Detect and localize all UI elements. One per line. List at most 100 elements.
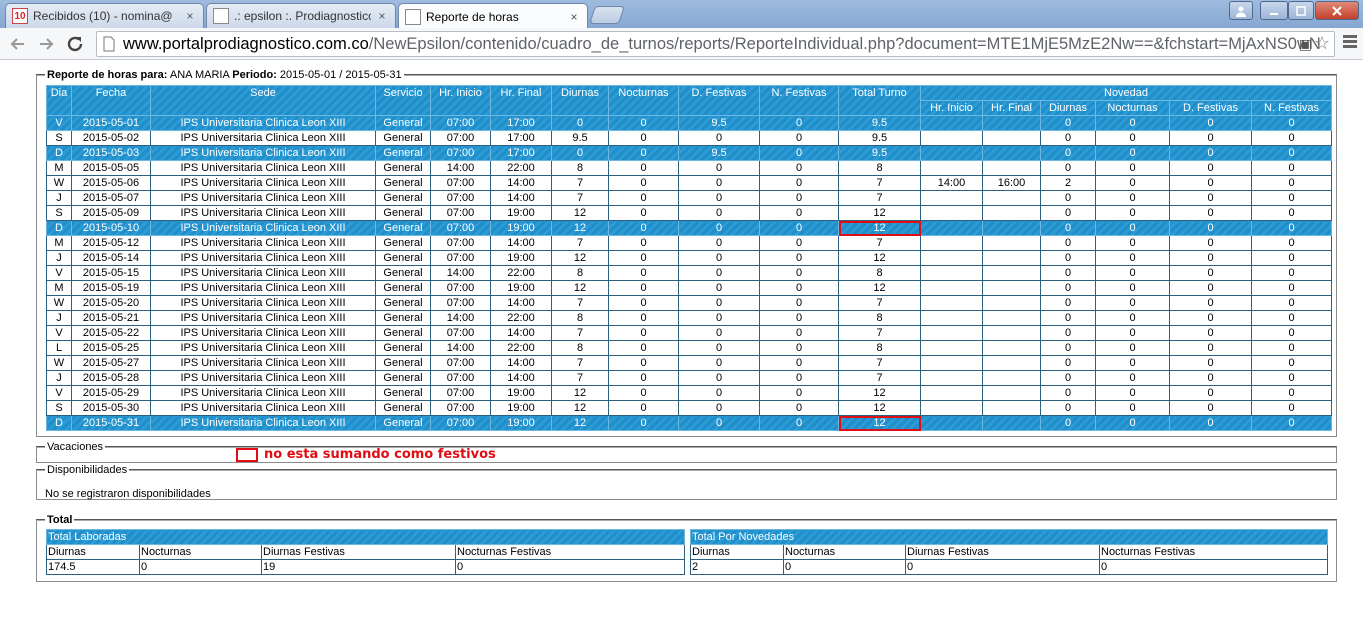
col-header-nov-hr-final: Hr. Final (982, 100, 1041, 116)
table-cell: 0 (678, 340, 760, 356)
total-laboradas-table: Total Laboradas Diurnas Nocturnas Diurna… (45, 529, 686, 575)
table-cell: 2015-05-29 (71, 385, 151, 401)
table-row: S 2015-05-02 IPS Universitaria Clinica Leo… (46, 130, 1333, 146)
table-cell: 2015-05-14 (71, 250, 151, 266)
table-cell: 0 (759, 235, 839, 251)
table-cell: 0 (608, 400, 679, 416)
table-cell: 0 (608, 250, 679, 266)
bookmark-star-icon[interactable]: ☆ (1314, 33, 1330, 54)
table-cell: 0 (1250, 280, 1333, 296)
table-cell: 0 (1040, 415, 1096, 431)
tab-epsilon[interactable]: .: epsilon :. Prodiagnostico × (206, 3, 396, 28)
close-icon[interactable]: × (375, 9, 389, 23)
table-cell: 0 (1169, 130, 1252, 146)
table-cell: 0 (1250, 325, 1333, 341)
table-cell: 8 (551, 340, 609, 356)
table-cell: 8 (551, 310, 609, 326)
maximize-button[interactable] (1288, 1, 1314, 20)
value-nocturnas: 0 (783, 559, 906, 575)
address-bar[interactable]: www.portalprodiagnostico.com.co/NewEpsil… (96, 31, 1335, 57)
table-cell (982, 220, 1041, 236)
table-cell: IPS Universitaria Clinica Leon XIII (150, 265, 376, 281)
table-cell: 0 (1095, 370, 1170, 386)
table-cell: 8 (551, 160, 609, 176)
table-row: J 2015-05-07 IPS Universitaria Clinica Leo… (46, 190, 1333, 206)
arrow-right-icon (40, 38, 54, 50)
table-cell: 0 (1095, 205, 1170, 221)
menu-icon[interactable] (1343, 35, 1357, 50)
table-cell: 14:00 (490, 235, 552, 251)
close-window-button[interactable] (1315, 1, 1359, 20)
new-tab-button[interactable] (589, 6, 625, 24)
table-cell: General (375, 385, 431, 401)
tab-reporte-de-horas[interactable]: Reporte de horas × (398, 3, 588, 29)
total-novedades-title: Total Por Novedades (690, 529, 1328, 545)
user-icon[interactable] (1229, 1, 1253, 20)
table-cell: 0 (1169, 295, 1252, 311)
minimize-button[interactable] (1260, 1, 1288, 20)
col-header-nov-diurnas: Diurnas (1040, 100, 1096, 116)
table-cell: 07:00 (430, 190, 491, 206)
table-cell: General (375, 145, 431, 161)
total-turno-cell: 8 (838, 340, 921, 356)
table-cell: 0 (1169, 250, 1252, 266)
table-cell: 0 (1040, 295, 1096, 311)
page-icon (103, 36, 115, 52)
table-cell: 17:00 (490, 115, 552, 131)
table-row: D 2015-05-31 IPS Universitaria Clinica Leo… (46, 415, 1333, 431)
table-cell: 14:00 (430, 160, 491, 176)
table-cell: General (375, 310, 431, 326)
table-cell: 14:00 (490, 175, 552, 191)
reload-button[interactable] (63, 32, 87, 56)
table-cell: 0 (678, 295, 760, 311)
table-cell: 0 (1095, 130, 1170, 146)
table-cell: IPS Universitaria Clinica Leon XIII (150, 175, 376, 191)
table-cell (982, 385, 1041, 401)
table-cell: 0 (678, 205, 760, 221)
close-icon[interactable]: × (567, 10, 581, 24)
table-cell: 0 (1095, 415, 1170, 431)
table-cell: 0 (1095, 295, 1170, 311)
table-cell: 2015-05-10 (71, 220, 151, 236)
forward-button[interactable] (34, 32, 58, 56)
table-cell: 7 (551, 190, 609, 206)
col-header-n-festivas: N. Festivas (759, 85, 839, 116)
table-cell (982, 370, 1041, 386)
table-cell (920, 220, 983, 236)
table-cell: 0 (608, 190, 679, 206)
table-cell: 14:00 (920, 175, 983, 191)
table-cell: 0 (1040, 145, 1096, 161)
tab-title: Recibidos (10) - nomina@ (33, 9, 173, 23)
col-header-dia: Dia (46, 85, 72, 116)
table-row: V 2015-05-01 IPS Universitaria Clinica Leo… (46, 115, 1333, 131)
table-cell: General (375, 400, 431, 416)
table-cell: 0 (1250, 220, 1333, 236)
table-cell: IPS Universitaria Clinica Leon XIII (150, 370, 376, 386)
table-cell: 0 (608, 325, 679, 341)
table-cell: 0 (1040, 130, 1096, 146)
table-cell: General (375, 355, 431, 371)
table-cell: V (46, 385, 72, 401)
table-row: D 2015-05-03 IPS Universitaria Clinica Leo… (46, 145, 1333, 161)
table-cell: 7 (551, 175, 609, 191)
table-cell: 0 (1169, 115, 1252, 131)
close-icon[interactable]: × (183, 9, 197, 23)
total-turno-cell: 12 (838, 205, 921, 221)
back-button[interactable] (6, 32, 30, 56)
col-header-servicio: Servicio (375, 85, 431, 116)
table-cell: 07:00 (430, 370, 491, 386)
translate-icon[interactable]: ▣ (1299, 36, 1312, 53)
document-icon (405, 8, 421, 25)
table-cell: 0 (1169, 325, 1252, 341)
table-cell: 0 (1095, 190, 1170, 206)
table-cell: 0 (1250, 115, 1333, 131)
tab-gmail[interactable]: 10 Recibidos (10) - nomina@ × (5, 3, 204, 28)
table-cell: 07:00 (430, 205, 491, 221)
total-turno-cell: 7 (838, 175, 921, 191)
col-header-nov-hr-inicio: Hr. Inicio (920, 100, 983, 116)
table-cell: 07:00 (430, 415, 491, 431)
table-cell: 07:00 (430, 130, 491, 146)
table-row: W 2015-05-06 IPS Universitaria Clinica Leo… (46, 175, 1333, 191)
annotation-text: no esta sumando como festivos (264, 447, 496, 462)
col-header-diurnas: Diurnas (551, 85, 609, 116)
